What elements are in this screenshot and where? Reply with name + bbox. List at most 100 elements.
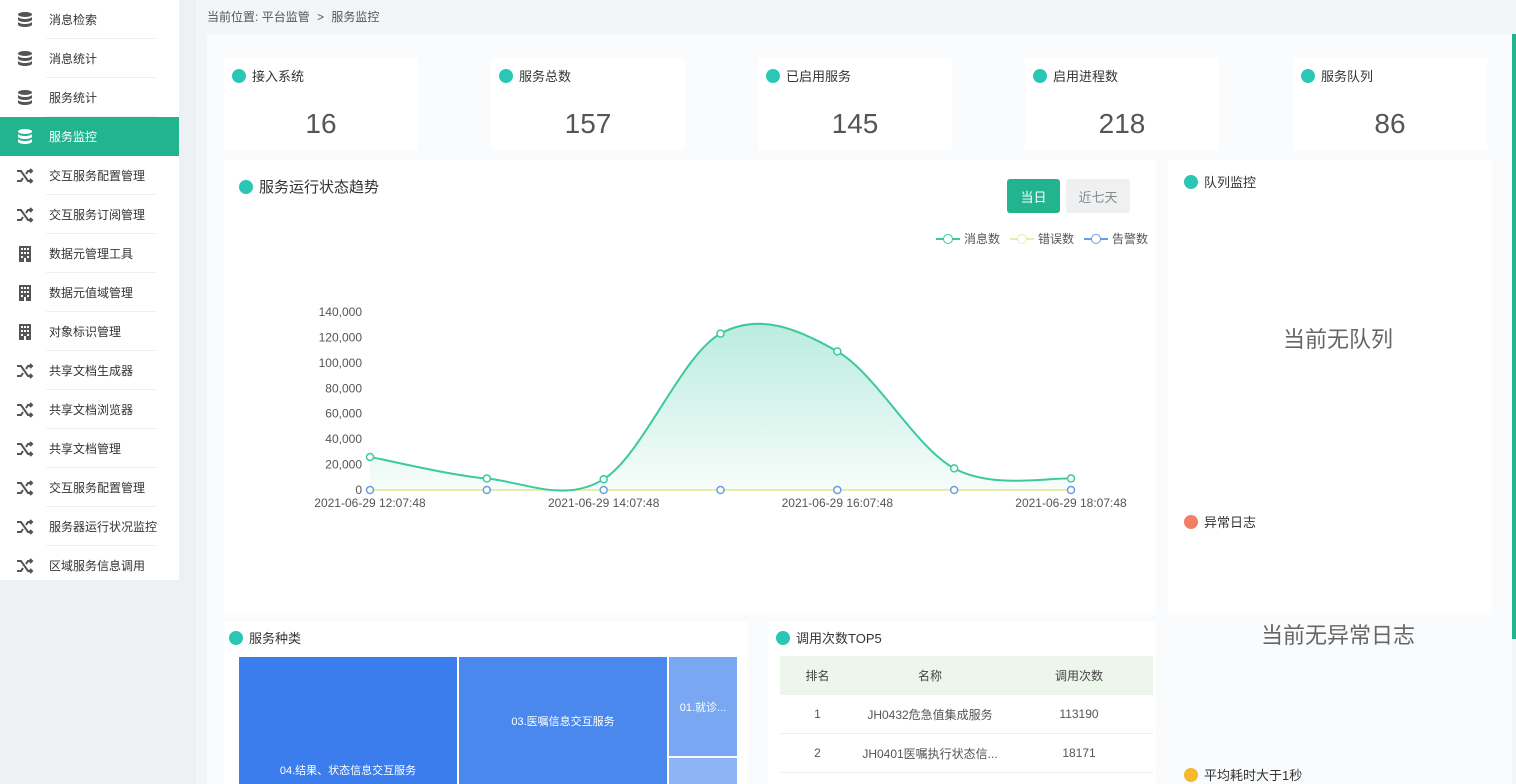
cell-count: 113190	[1059, 707, 1099, 721]
y-tick-label: 140,000	[319, 305, 363, 319]
stat-card-systems: 接入系统 16	[224, 58, 418, 150]
sidebar-item-label: 交互服务配置管理	[49, 169, 146, 183]
teal-dot-icon	[239, 180, 253, 194]
x-tick-label: 2021-06-29 18:07:48	[1015, 496, 1127, 510]
sidebar-item-label: 服务器运行状况监控	[49, 520, 158, 534]
stat-title: 已启用服务	[786, 69, 852, 84]
sidebar-item[interactable]: 对象标识管理	[0, 312, 179, 351]
sidebar-item[interactable]: 服务统计	[0, 78, 179, 117]
database-icon	[16, 128, 34, 146]
teal-dot-icon	[1184, 175, 1198, 189]
data-point	[1066, 474, 1076, 483]
error-log-title: 异常日志	[1184, 512, 1256, 531]
teal-dot-icon	[1033, 69, 1047, 83]
sidebar-item[interactable]: 共享文档浏览器	[0, 390, 179, 429]
data-point	[949, 464, 959, 473]
x-tick-label: 2021-06-29 16:07:48	[782, 496, 894, 510]
sidebar-item-label: 交互服务订阅管理	[49, 208, 146, 222]
treemap-block[interactable]	[669, 758, 737, 784]
cell-count: 18171	[1062, 746, 1096, 760]
orange-dot-icon	[1184, 515, 1198, 529]
cell-rank: 2	[814, 746, 821, 760]
seven-days-button[interactable]: 近七天	[1066, 179, 1130, 213]
legend-messages[interactable]: 消息数	[936, 230, 1000, 247]
breadcrumb: 当前位置: 平台监管 > 服务监控	[207, 8, 379, 25]
sidebar-item-label: 对象标识管理	[49, 325, 122, 339]
header-name: 名称	[917, 669, 942, 683]
avg-time-title-text: 平均耗时大于1秒	[1204, 768, 1303, 783]
teal-dot-icon	[229, 631, 243, 645]
sidebar-item[interactable]: 服务器运行状况监控	[0, 507, 179, 546]
top5-table: 排名 名称 调用次数 1 JH0432危急值集成服务 113190 2 JH04…	[780, 656, 1153, 773]
sidebar-item-label: 共享文档浏览器	[49, 403, 134, 417]
cell-name: JH0432危急值集成服务	[867, 707, 993, 722]
table-row[interactable]: 2 JH0401医嘱执行状态信... 18171	[780, 734, 1153, 773]
sidebar-item[interactable]: 交互服务配置管理	[0, 468, 179, 507]
sidebar-item[interactable]: 消息统计	[0, 39, 179, 78]
error-log-title-text: 异常日志	[1204, 515, 1257, 530]
sidebar-item-label: 共享文档生成器	[49, 364, 134, 378]
service-types-title-text: 服务种类	[249, 631, 302, 646]
stat-card-services: 服务总数 157	[491, 58, 685, 150]
table-header: 排名 名称 调用次数	[780, 656, 1153, 695]
trend-title: 服务运行状态趋势	[239, 176, 379, 197]
right-panel	[1168, 160, 1492, 615]
treemap-block[interactable]: 03.医嘱信息交互服务	[459, 657, 667, 784]
chart-legend: 消息数 错误数 告警数	[936, 230, 1148, 247]
database-icon	[16, 50, 34, 68]
table-row[interactable]: 1 JH0432危急值集成服务 113190	[780, 695, 1153, 734]
sidebar-item[interactable]: 数据元值域管理	[0, 273, 179, 312]
stat-title: 服务总数	[519, 69, 572, 84]
x-tick-label: 2021-06-29 12:07:48	[314, 496, 426, 510]
database-icon	[16, 89, 34, 107]
trend-title-text: 服务运行状态趋势	[259, 179, 380, 196]
data-point	[716, 485, 725, 495]
today-button[interactable]: 当日	[1007, 179, 1060, 213]
legend-errors[interactable]: 错误数	[1010, 230, 1074, 247]
sidebar-menu: 消息检索消息统计服务统计 服务监控交互服务配置管理 交互服务订阅管理数据元管理工具数…	[0, 0, 179, 585]
treemap-block[interactable]: 01.就诊...	[669, 657, 737, 756]
data-point	[1066, 485, 1076, 495]
sidebar-item-label: 数据元值域管理	[49, 286, 134, 300]
sidebar-item[interactable]: 服务监控	[0, 117, 179, 156]
data-point	[833, 485, 842, 495]
y-tick-label: 0	[355, 483, 362, 497]
stat-card-processes: 启用进程数 218	[1025, 58, 1219, 150]
sidebar-item[interactable]: 数据元管理工具	[0, 234, 179, 273]
sidebar-item[interactable]: 区域服务信息调用	[0, 546, 179, 585]
building-icon	[16, 323, 34, 341]
data-point	[482, 474, 492, 483]
legend-alerts[interactable]: 告警数	[1084, 230, 1148, 247]
teal-dot-icon	[776, 631, 790, 645]
breadcrumb-level1[interactable]: 平台监管	[262, 10, 310, 24]
scrollbar[interactable]	[1512, 34, 1516, 639]
stat-card-queues: 服务队列 86	[1293, 58, 1487, 150]
y-tick-label: 100,000	[319, 356, 363, 370]
y-tick-label: 120,000	[319, 330, 363, 344]
stat-card-enabled: 已启用服务 145	[758, 58, 952, 150]
breadcrumb-prefix: 当前位置:	[207, 10, 259, 24]
sidebar: 消息检索消息统计服务统计 服务监控交互服务配置管理 交互服务订阅管理数据元管理工具数…	[0, 0, 196, 784]
sidebar-item-label: 消息统计	[49, 52, 98, 66]
data-point	[599, 485, 608, 495]
legend-line-icon	[1084, 233, 1109, 245]
teal-dot-icon	[766, 69, 780, 83]
y-tick-label: 80,000	[325, 381, 362, 395]
trend-chart: 0 20,000 40,000 60,000 80,000 100,000 120,000 1…	[314, 305, 1127, 510]
sidebar-item[interactable]: 交互服务配置管理	[0, 156, 179, 195]
y-tick-label: 60,000	[325, 407, 362, 421]
building-icon	[16, 284, 34, 302]
legend-label: 告警数	[1112, 232, 1149, 246]
sidebar-item[interactable]: 共享文档管理	[0, 429, 179, 468]
sidebar-item[interactable]: 交互服务订阅管理	[0, 195, 179, 234]
sidebar-item-label: 交互服务配置管理	[49, 481, 146, 495]
breadcrumb-level2: 服务监控	[331, 10, 380, 24]
sidebar-item[interactable]: 共享文档生成器	[0, 351, 179, 390]
treemap-block[interactable]: 04.结果、状态信息交互服务	[239, 657, 457, 784]
data-point	[482, 485, 492, 495]
legend-line-icon	[936, 233, 960, 245]
stat-value: 16	[305, 108, 337, 139]
legend-label: 消息数	[964, 232, 1001, 246]
stat-title: 服务队列	[1321, 69, 1374, 84]
sidebar-item[interactable]: 消息检索	[0, 0, 179, 39]
